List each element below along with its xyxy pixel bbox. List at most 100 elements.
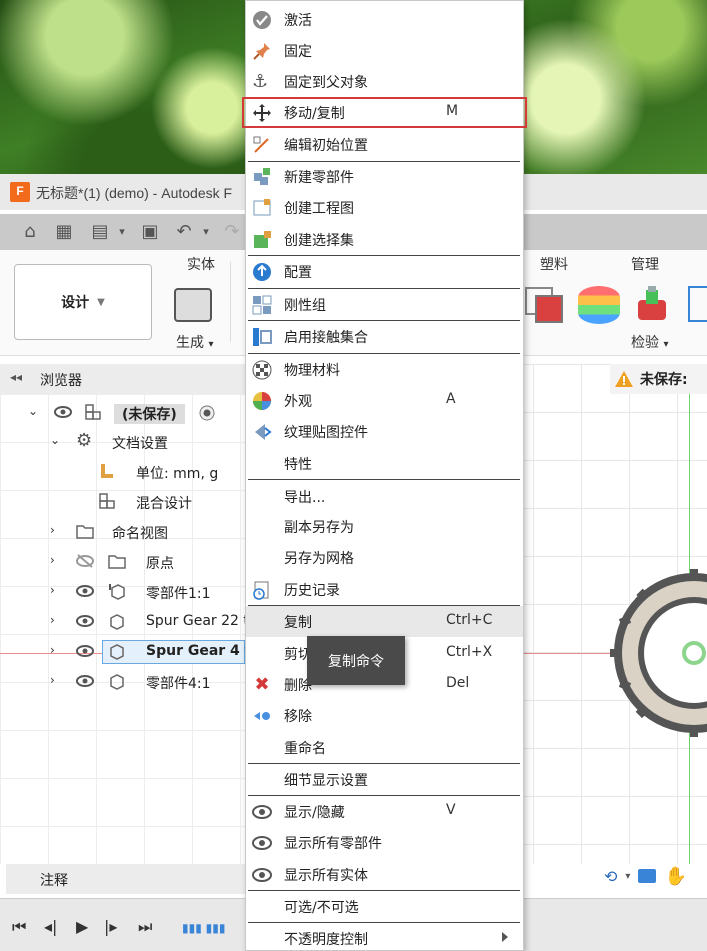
unsaved-badge[interactable]: 未保存: xyxy=(610,364,707,394)
tree-component-row[interactable]: › 零部件4:1 xyxy=(0,667,245,697)
inspect-icon[interactable] xyxy=(634,284,670,324)
menu-item-create-selection-set[interactable]: 创建选择集 xyxy=(246,224,523,255)
annotation-panel[interactable]: 注释 xyxy=(6,864,246,894)
menu-item-rigid-group[interactable]: 刚性组 xyxy=(246,289,523,320)
chevron-right-icon[interactable]: › xyxy=(50,523,55,537)
app-logo: F xyxy=(10,182,30,202)
redo-icon[interactable]: ↷ xyxy=(222,222,242,242)
tab-solid[interactable]: 实体 xyxy=(187,254,215,274)
menu-item-properties[interactable]: 特性 xyxy=(246,448,523,479)
menu-item-save-as-mesh[interactable]: 另存为网格 xyxy=(246,542,523,573)
component-label: 零部件1:1 xyxy=(146,586,211,602)
create-form-icon[interactable] xyxy=(174,288,212,322)
step-forward-icon[interactable]: |▸ xyxy=(104,917,117,936)
menu-item-show-all-components[interactable]: 显示所有零部件 xyxy=(246,827,523,858)
menu-item-export[interactable]: 导出... xyxy=(246,481,523,512)
chevron-right-icon[interactable]: › xyxy=(50,673,55,687)
tab-manage[interactable]: 管理 xyxy=(631,254,659,274)
eye-icon[interactable] xyxy=(76,614,94,628)
chevron-down-icon[interactable]: ▾ xyxy=(196,222,216,242)
radio-active-icon[interactable] xyxy=(198,404,216,422)
inspect-label[interactable]: 检验 ▾ xyxy=(631,332,668,352)
file-menu-icon[interactable]: ▤ xyxy=(90,222,110,242)
plastic-rule-icon[interactable] xyxy=(524,284,566,324)
pan-hand-icon[interactable]: ✋ xyxy=(664,866,686,887)
tree-root-row[interactable]: ⌄ (未保存) xyxy=(0,398,245,428)
tree-component-row[interactable]: › Spur Gear 22 t xyxy=(0,607,249,637)
tree-doc-settings-row[interactable]: ⌄ ⚙ 文档设置 xyxy=(0,427,245,457)
tree-hybrid-row[interactable]: 混合设计 xyxy=(0,487,245,517)
chevron-right-icon[interactable]: › xyxy=(50,583,55,597)
eye-hidden-icon[interactable] xyxy=(76,554,94,568)
menu-item-fix-to-parent[interactable]: ⚓ 固定到父对象 xyxy=(246,66,523,97)
home-icon[interactable]: ⌂ xyxy=(20,222,40,242)
menu-item-history[interactable]: 历史记录 xyxy=(246,574,523,605)
spur-gear-model[interactable] xyxy=(608,567,707,737)
origin-label: 原点 xyxy=(146,556,174,572)
eye-icon[interactable] xyxy=(76,644,94,658)
workspace-switcher[interactable]: 设计 ▼ xyxy=(14,264,152,340)
step-back-icon[interactable]: ◂| xyxy=(44,917,57,936)
menu-item-configure[interactable]: 配置 xyxy=(246,256,523,287)
chevron-down-icon[interactable]: ⌄ xyxy=(28,404,38,418)
chevron-down-icon[interactable]: ⌄ xyxy=(50,433,60,447)
component-icon xyxy=(110,644,124,660)
tree-named-views-row[interactable]: › 命名视图 xyxy=(0,517,245,547)
menu-item-selectable[interactable]: 可选/不可选 xyxy=(246,891,523,922)
menu-item-activate[interactable]: 激活 xyxy=(246,4,523,35)
menu-item-show-hide[interactable]: 显示/隐藏 V xyxy=(246,796,523,827)
menu-item-appearance[interactable]: 外观 A xyxy=(246,385,523,416)
menu-item-enable-contact-sets[interactable]: 启用接触集合 xyxy=(246,321,523,352)
play-icon[interactable]: ▶ xyxy=(76,917,88,936)
menu-item-texture-map-controls[interactable]: 纹理贴图控件 xyxy=(246,416,523,447)
workspace-label: 设计 xyxy=(61,295,90,311)
menu-item-physical-material[interactable]: 物理材料 xyxy=(246,354,523,385)
create-label[interactable]: 生成 ▾ xyxy=(176,332,213,352)
chevron-right-icon[interactable]: › xyxy=(50,643,55,657)
component-icon xyxy=(110,674,124,690)
grid-menu-icon[interactable]: ▦ xyxy=(54,222,74,242)
eye-icon[interactable] xyxy=(76,584,94,598)
menu-item-edit-initial-position[interactable]: 编辑初始位置 xyxy=(246,129,523,160)
history-icon xyxy=(253,581,269,600)
orbit-icon[interactable]: ⟲ xyxy=(604,867,617,886)
camera-view-icon[interactable] xyxy=(638,869,657,883)
menu-item-remove[interactable]: 移除 xyxy=(246,700,523,731)
menu-item-new-component[interactable]: 新建零部件 xyxy=(246,161,523,192)
menu-item-opacity-control[interactable]: 不透明度控制 xyxy=(246,923,523,951)
hybrid-design-icon xyxy=(99,493,115,509)
menu-item-save-copy-as[interactable]: 副本另存为 xyxy=(246,511,523,542)
tree-origin-row[interactable]: › 原点 xyxy=(0,547,245,577)
eye-icon[interactable] xyxy=(54,405,72,419)
chevron-right-icon[interactable]: › xyxy=(50,553,55,567)
chevron-right-icon xyxy=(502,932,508,942)
tab-plastic[interactable]: 塑料 xyxy=(540,254,568,274)
menu-item-detail-display-settings[interactable]: 细节显示设置 xyxy=(246,764,523,795)
menu-item-create-drawing[interactable]: 创建工程图 xyxy=(246,192,523,223)
plastic-layers-icon[interactable] xyxy=(578,286,620,324)
collapse-browser-icon[interactable]: ◂◂ xyxy=(10,370,22,384)
eye-icon[interactable] xyxy=(76,674,94,688)
tree-component-row-selected[interactable]: › Spur Gear 4 te xyxy=(0,637,261,667)
menu-item-show-all-bodies[interactable]: 显示所有实体 xyxy=(246,859,523,890)
unsaved-label: 未保存: xyxy=(640,372,688,388)
eye-icon xyxy=(252,836,272,850)
undo-icon[interactable]: ↶ xyxy=(174,222,194,242)
tree-units-row[interactable]: 单位: mm, g xyxy=(0,457,245,487)
menu-item-move-copy[interactable]: 移动/复制 M xyxy=(242,97,527,128)
go-to-end-icon[interactable]: ⏭ xyxy=(138,917,152,937)
chevron-down-icon[interactable]: ▾ xyxy=(625,871,630,882)
go-to-start-icon[interactable]: ⏮ xyxy=(12,917,26,937)
tree-component-row[interactable]: › 零部件1:1 xyxy=(0,577,245,607)
save-icon[interactable]: ▣ xyxy=(140,222,160,242)
browser-header: ◂◂ 浏览器 xyxy=(0,364,245,394)
component-label: 零部件4:1 xyxy=(146,676,211,692)
eye-icon xyxy=(252,868,272,882)
chevron-right-icon[interactable]: › xyxy=(50,613,55,627)
panel-icon[interactable] xyxy=(688,286,707,322)
timeline-features-icon[interactable]: ▮▮▮ ▮▮▮ xyxy=(182,921,225,935)
menu-item-rename[interactable]: 重命名 xyxy=(246,732,523,763)
chevron-down-icon[interactable]: ▾ xyxy=(112,222,132,242)
menu-item-fix[interactable]: 固定 xyxy=(246,35,523,66)
menu-item-copy[interactable]: 复制 Ctrl+C xyxy=(246,606,523,637)
